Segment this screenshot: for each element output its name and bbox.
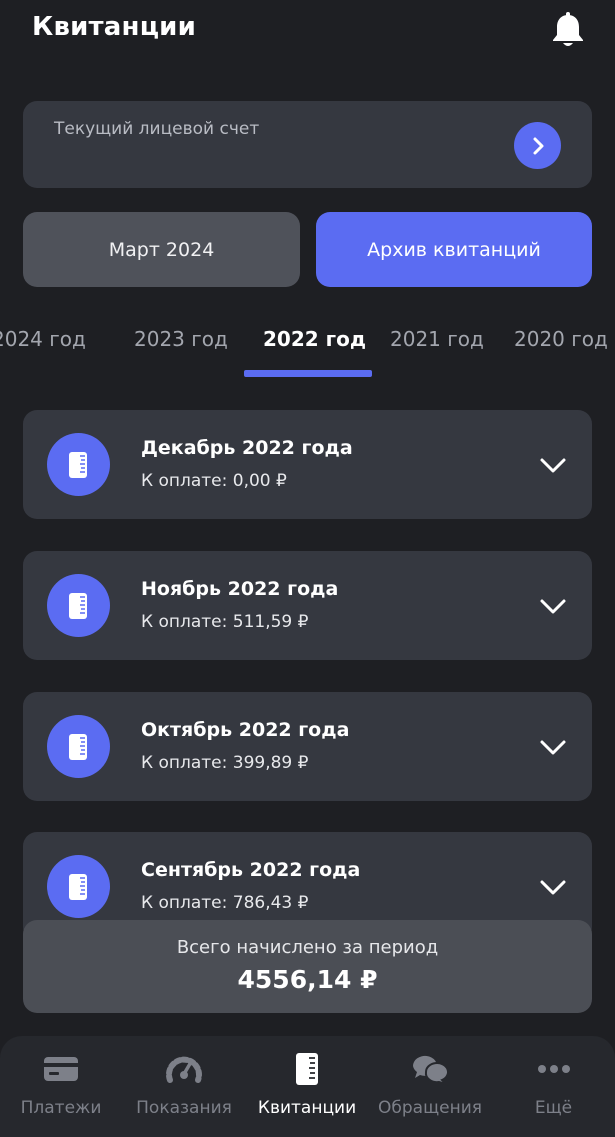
- tab-requests[interactable]: Обращения: [368, 1036, 492, 1137]
- tab-year-2021[interactable]: 2021 год: [390, 327, 484, 351]
- tab-year-2020[interactable]: 2020 год: [514, 327, 608, 351]
- receipt-icon: [47, 855, 110, 918]
- receipt-icon: [47, 715, 110, 778]
- year-tab-indicator: [244, 370, 372, 377]
- receipt-item[interactable]: Октябрь 2022 года К оплате: 399,89 ₽: [23, 692, 592, 801]
- tab-label: Платежи: [20, 1098, 102, 1118]
- total-label: Всего начислено за период: [176, 937, 439, 958]
- card-icon: [44, 1057, 78, 1081]
- receipt-amount: К оплате: 511,59 ₽: [141, 612, 309, 632]
- receipt-icon: [296, 1053, 318, 1085]
- gauge-icon: [166, 1056, 202, 1083]
- tab-label: Квитанции: [257, 1098, 357, 1118]
- tab-year-2023[interactable]: 2023 год: [134, 327, 228, 351]
- receipt-icon: [47, 574, 110, 637]
- tab-label: Ещё: [534, 1098, 573, 1118]
- chevron-down-icon[interactable]: [537, 874, 569, 900]
- app-header: Квитанции: [0, 0, 615, 70]
- chevron-down-icon[interactable]: [537, 593, 569, 619]
- chevron-down-icon[interactable]: [537, 452, 569, 478]
- receipt-amount: К оплате: 0,00 ₽: [141, 471, 287, 491]
- chat-icon: [412, 1055, 450, 1087]
- bottom-tab-bar: Платежи Показания Квитанции Обращения Ещ…: [0, 1036, 615, 1137]
- year-tabs: 2024 год 2023 год 2022 год 2021 год 2020…: [0, 315, 615, 380]
- receipt-amount: К оплате: 786,43 ₽: [141, 893, 309, 913]
- chevron-down-icon[interactable]: [537, 734, 569, 760]
- current-month-button[interactable]: Март 2024: [23, 212, 300, 287]
- tab-more[interactable]: Ещё: [492, 1036, 615, 1137]
- more-icon: [537, 1065, 570, 1073]
- tab-receipts[interactable]: Квитанции: [246, 1036, 368, 1137]
- total-summary: Всего начислено за период 4556,14 ₽: [23, 920, 592, 1013]
- total-value: 4556,14 ₽: [237, 965, 378, 994]
- receipt-title: Ноябрь 2022 года: [141, 578, 339, 600]
- tab-year-2024[interactable]: 2024 год: [0, 327, 86, 351]
- tab-year-2022[interactable]: 2022 год: [263, 327, 366, 351]
- account-card[interactable]: Текущий лицевой счет: [23, 101, 592, 188]
- tab-readings[interactable]: Показания: [122, 1036, 246, 1137]
- receipt-title: Октябрь 2022 года: [141, 719, 350, 741]
- account-go-button[interactable]: [514, 122, 561, 169]
- receipt-item[interactable]: Ноябрь 2022 года К оплате: 511,59 ₽: [23, 551, 592, 660]
- receipt-title: Декабрь 2022 года: [141, 437, 353, 459]
- tab-label: Показания: [136, 1098, 232, 1118]
- receipt-icon: [47, 433, 110, 496]
- tab-payments[interactable]: Платежи: [0, 1036, 122, 1137]
- bell-icon[interactable]: [550, 12, 586, 50]
- page-title: Квитанции: [32, 12, 197, 42]
- receipt-item[interactable]: Декабрь 2022 года К оплате: 0,00 ₽: [23, 410, 592, 519]
- chevron-right-icon: [533, 137, 543, 154]
- tab-label: Обращения: [378, 1098, 482, 1118]
- account-label: Текущий лицевой счет: [54, 119, 260, 139]
- archive-button[interactable]: Архив квитанций: [316, 212, 592, 287]
- receipt-amount: К оплате: 399,89 ₽: [141, 753, 309, 773]
- receipt-title: Сентябрь 2022 года: [141, 859, 361, 881]
